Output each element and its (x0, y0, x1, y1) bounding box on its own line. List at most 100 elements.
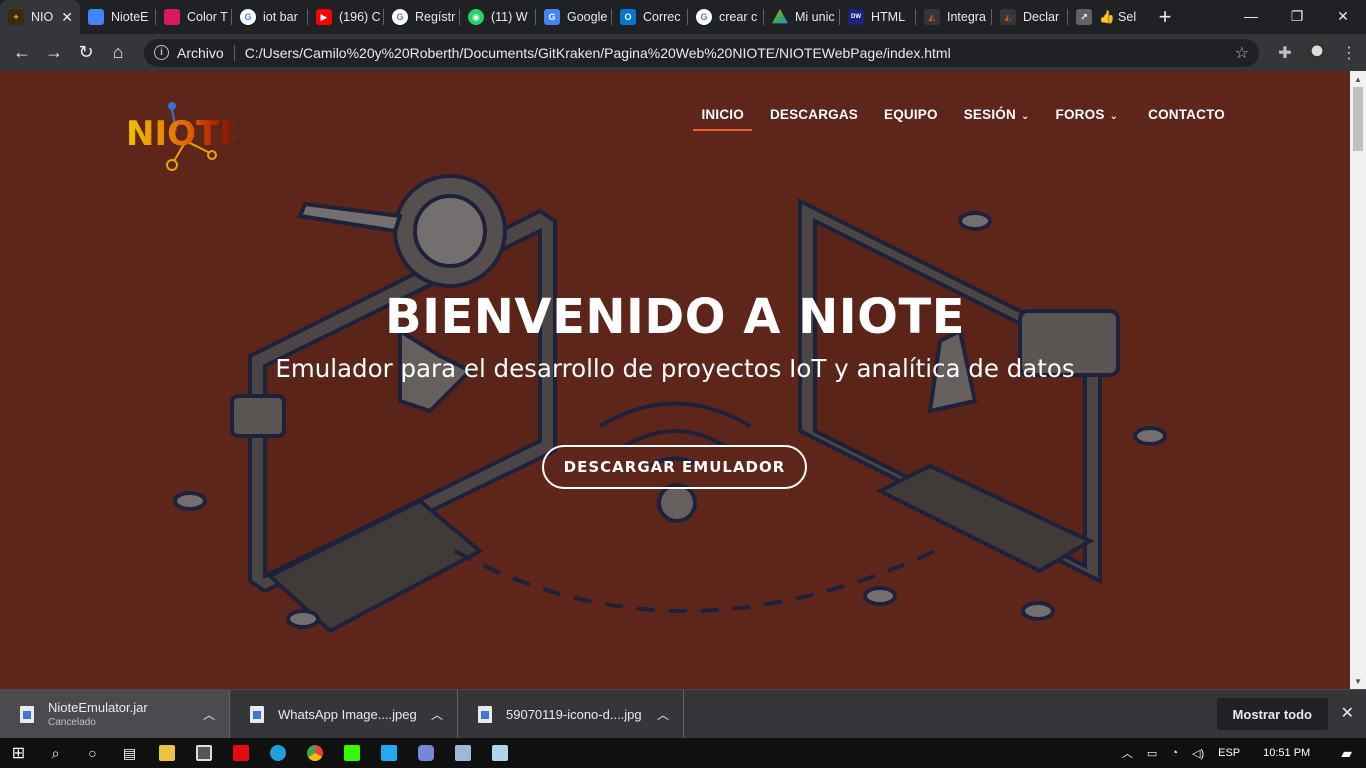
download-filename: WhatsApp Image....jpeg (278, 706, 417, 722)
close-window-icon[interactable]: ✕ (1320, 0, 1366, 32)
niote-logo[interactable]: NIOTE (126, 101, 256, 182)
tab-9[interactable]: G crear c (688, 0, 764, 34)
download-item-1[interactable]: NioteEmulator.jar Cancelado ︿ (0, 689, 230, 739)
tab-11[interactable]: DW HTML (840, 0, 916, 34)
vscode-icon[interactable] (370, 738, 407, 768)
download-emulator-button[interactable]: DESCARGAR EMULADOR (542, 445, 807, 489)
scroll-down-icon[interactable]: ▼ (1350, 673, 1366, 689)
tab-label: (11) W (491, 10, 528, 24)
tab-label: Regístr (415, 10, 456, 24)
extensions-puzzle-icon[interactable]: ✚ (1269, 37, 1301, 69)
file-explorer-icon[interactable] (148, 738, 185, 768)
tab-1[interactable]: NioteE (80, 0, 156, 34)
close-tab-icon[interactable]: ✕ (61, 9, 73, 26)
page-scrollbar[interactable]: ▲ ▼ (1350, 71, 1366, 689)
menu-kebab-icon[interactable]: ⋮ (1333, 37, 1365, 69)
netflix-icon[interactable] (222, 738, 259, 768)
tab-label: 👍 Sel (1099, 9, 1137, 24)
language-indicator[interactable]: ESP (1218, 747, 1240, 759)
tab-label: Declar (1023, 10, 1060, 24)
battery-icon[interactable]: ▭ (1147, 747, 1157, 760)
minimize-icon[interactable]: — (1228, 0, 1274, 32)
tab-strip: ✦ NIO ✕ NioteE Color T G iot bar ▶ (196)… (0, 0, 1366, 34)
tab-2[interactable]: Color T (156, 0, 232, 34)
address-bar[interactable]: i Archivo C:/Users/Camilo%20y%20Roberth/… (144, 38, 1259, 67)
tab-14[interactable]: ↗ 👍 Sel (1068, 0, 1144, 34)
download-item-2[interactable]: WhatsApp Image....jpeg ︿ (230, 689, 458, 739)
nav-equipo[interactable]: EQUIPO (884, 105, 938, 131)
download-filename: 59070119-icono-d....jpg (506, 706, 642, 722)
tab-label: Integra (947, 10, 986, 24)
discord-icon[interactable] (407, 738, 444, 768)
nav-inicio[interactable]: INICIO (693, 105, 753, 131)
windows-start-icon[interactable]: ⊞ (0, 738, 37, 768)
tab-13[interactable]: ◭ Declar (992, 0, 1068, 34)
scroll-up-icon[interactable]: ▲ (1350, 71, 1366, 87)
logo-graphic: NIOTE (126, 102, 242, 171)
tab-3[interactable]: G iot bar (232, 0, 308, 34)
tab-6[interactable]: ◉ (11) W (460, 0, 536, 34)
docs-icon (88, 9, 104, 25)
tab-12[interactable]: ◭ Integra (916, 0, 992, 34)
download-bar: NioteEmulator.jar Cancelado ︿ WhatsApp I… (0, 689, 1366, 739)
color-icon (164, 9, 180, 25)
close-download-bar-icon[interactable]: ✕ (1341, 703, 1354, 723)
image-file-icon (478, 705, 492, 723)
tab-8[interactable]: O Correc (612, 0, 688, 34)
tab-0[interactable]: ✦ NIO ✕ (0, 0, 80, 34)
home-icon[interactable]: ⌂ (102, 37, 134, 69)
chevron-up-icon[interactable]: ︿ (203, 706, 215, 723)
system-tray: ︿ ▭ ◔ ◁) ESP 10:51 PM ▰ (1115, 738, 1366, 768)
nav-contacto[interactable]: CONTACTO (1148, 105, 1225, 131)
chevron-up-icon[interactable]: ︿ (1122, 745, 1133, 761)
chevron-up-icon[interactable]: ︿ (657, 706, 669, 723)
clock[interactable]: 10:51 PM (1263, 747, 1310, 759)
tab-4[interactable]: ▶ (196) C (308, 0, 384, 34)
tab-label: Google (567, 10, 608, 24)
reload-icon[interactable]: ↻ (70, 37, 102, 69)
notes-icon[interactable] (481, 738, 518, 768)
tab-10[interactable]: Mi unic (764, 0, 840, 34)
show-all-button[interactable]: Mostrar todo (1216, 698, 1328, 730)
download-item-3[interactable]: 59070119-icono-d....jpg ︿ (458, 689, 684, 739)
tab-label: Mi unic (795, 10, 835, 24)
drive-icon (772, 9, 788, 24)
main-nav: INICIO DESCARGAS EQUIPO SESIÓN ⌄ FOROS ⌄ C… (693, 105, 1225, 131)
chevron-down-icon: ⌄ (1109, 111, 1119, 122)
back-icon[interactable]: ← (6, 37, 38, 69)
edge-icon[interactable] (259, 738, 296, 768)
matlab-icon: ◭ (1000, 9, 1016, 25)
download-filename: NioteEmulator.jar (48, 700, 148, 715)
search-icon[interactable]: ⌕ (37, 738, 74, 768)
forward-icon[interactable]: → (38, 37, 70, 69)
url-text[interactable]: C:/Users/Camilo%20y%20Roberth/Documents/… (245, 45, 1235, 61)
tab-5[interactable]: G Regístr (384, 0, 460, 34)
nav-sesion[interactable]: SESIÓN ⌄ (964, 105, 1030, 131)
volume-icon[interactable]: ◁) (1192, 747, 1204, 760)
profile-avatar[interactable] (1301, 37, 1333, 69)
chevron-down-icon: ⌄ (1020, 111, 1030, 122)
chevron-up-icon[interactable]: ︿ (431, 706, 443, 723)
app-cube-icon[interactable] (444, 738, 481, 768)
jar-file-icon (20, 705, 34, 723)
restore-icon[interactable]: ❐ (1274, 0, 1320, 32)
task-view-icon[interactable]: ▤ (111, 738, 148, 768)
scrollbar-thumb[interactable] (1353, 87, 1363, 151)
google-icon: G (240, 9, 256, 25)
tab-label: NioteE (111, 10, 149, 24)
nav-foros[interactable]: FOROS ⌄ (1056, 105, 1119, 131)
cortana-icon[interactable]: ○ (74, 738, 111, 768)
html-icon: DW (848, 9, 864, 25)
new-tab-button[interactable]: + (1150, 0, 1180, 34)
bookmark-star-icon[interactable]: ☆ (1235, 43, 1249, 63)
info-icon[interactable]: i (154, 45, 169, 60)
nav-descargas[interactable]: DESCARGAS (770, 105, 858, 131)
wifi-icon[interactable]: ◔ (1171, 747, 1178, 759)
notifications-icon[interactable]: ▰ (1341, 745, 1352, 762)
image-file-icon (250, 705, 264, 723)
dreamweaver-icon[interactable] (333, 738, 370, 768)
chrome-icon[interactable] (296, 738, 333, 768)
tab-7[interactable]: G Google (536, 0, 612, 34)
browser-toolbar: ← → ↻ ⌂ i Archivo C:/Users/Camilo%20y%20… (0, 34, 1366, 71)
store-icon[interactable] (185, 738, 222, 768)
